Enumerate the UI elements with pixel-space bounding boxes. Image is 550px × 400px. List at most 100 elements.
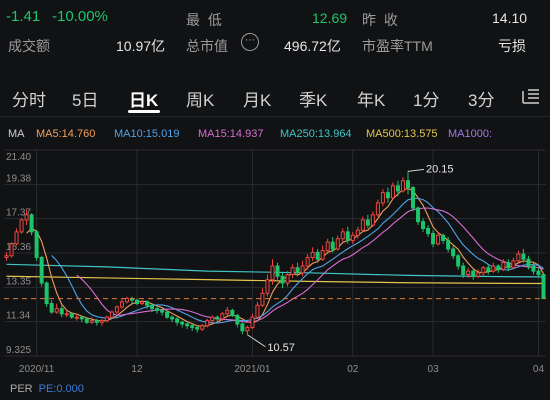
candle-body [426, 227, 431, 235]
candle-body [436, 234, 441, 245]
candle-body [516, 253, 521, 262]
candle-body [496, 265, 501, 270]
prev-close-value: 14.10 [492, 10, 528, 26]
candle-body [280, 275, 285, 284]
candle-body [521, 253, 526, 260]
candle-body [34, 231, 39, 258]
candle-body [340, 231, 345, 240]
tab-quarter-k[interactable]: 季K [299, 86, 327, 111]
candle-body [114, 306, 119, 313]
ma250-value: MA250:13.964 [280, 128, 352, 140]
candle-body [19, 219, 24, 233]
candle-body [64, 313, 69, 316]
candle-body [74, 316, 79, 319]
ma15-value: MA15:14.937 [198, 128, 264, 140]
tab-day-k[interactable]: 日K [129, 86, 158, 111]
candle-body [145, 301, 150, 306]
y-tick-label: 13.35 [6, 276, 31, 287]
candle-body [385, 192, 390, 199]
candle-body [230, 309, 235, 316]
candle-body [375, 202, 380, 216]
candle-body [305, 256, 310, 267]
tab-week-k[interactable]: 周K [186, 86, 214, 111]
candle-body [155, 308, 160, 311]
candle-body [431, 233, 436, 245]
candle-body [160, 309, 165, 313]
candle-body [9, 243, 14, 257]
y-tick-label: 19.38 [6, 173, 31, 184]
candle-body [330, 241, 335, 250]
candle-body [360, 219, 365, 231]
ma10-value: MA10:15.019 [114, 128, 180, 140]
prev-close-label: 昨 收 [362, 12, 400, 28]
low-label: 最 低 [186, 12, 224, 28]
x-tick-label: 2020/11 [19, 364, 55, 375]
chart-settings-icon[interactable] [520, 86, 542, 108]
tab-5day[interactable]: 5日 [72, 86, 98, 111]
tab-intraday[interactable]: 分时 [12, 86, 46, 111]
tab-3min[interactable]: 3分 [468, 86, 494, 111]
x-tick-label: 04 [533, 364, 545, 375]
candle-body [541, 274, 546, 300]
candle-body [486, 267, 491, 272]
x-tick-label: 2021/01 [234, 364, 271, 375]
candle-body [411, 187, 416, 209]
candle-body [190, 325, 195, 328]
ma-legend[interactable]: MA MA5:14.760 MA10:15.019 MA15:14.937 MA… [0, 128, 550, 144]
candle-body [511, 260, 516, 269]
active-tab-indicator [128, 110, 160, 113]
mktcap-label: 总市值 [186, 38, 228, 54]
candle-body [506, 262, 511, 269]
candle-body [295, 267, 300, 274]
candle-body [165, 311, 170, 318]
candle-body [54, 308, 59, 313]
candle-body [255, 304, 260, 318]
turnover-value: 10.97亿 [116, 38, 166, 54]
pe-value: 亏损 [498, 38, 526, 54]
candle-body [200, 325, 205, 330]
candle-body [491, 265, 496, 272]
candle-body [451, 248, 456, 257]
candle-body [345, 231, 350, 241]
candle-body [536, 270, 541, 276]
candlestick-chart[interactable]: 21.4019.3817.3715.3613.3511.349.3252020/… [0, 146, 550, 380]
candle-body [456, 255, 461, 267]
candle-body [531, 265, 536, 272]
ma500-value: MA500:13.575 [366, 128, 438, 140]
candle-body [24, 214, 29, 221]
candle-body [275, 265, 280, 277]
candle-body [99, 320, 104, 323]
pe-label: 市盈率TTM [362, 38, 433, 54]
candle-body [355, 229, 360, 236]
candle-body [416, 207, 421, 223]
candle-body [446, 239, 451, 250]
tab-1min[interactable]: 1分 [413, 86, 439, 111]
candle-body [150, 304, 155, 310]
candle-body [481, 267, 486, 274]
mktcap-value: 496.72亿 [284, 38, 341, 54]
candle-body [476, 272, 481, 277]
candle-body [245, 326, 250, 332]
candle-body [461, 265, 466, 276]
x-tick-label: 12 [131, 364, 143, 375]
quote-stats: -1.41 -10.00% 最 低 12.69 昨 收 14.10 成交额 10… [0, 0, 550, 64]
candle-body [104, 316, 109, 322]
candle-body [39, 256, 44, 284]
header-divider [0, 116, 550, 117]
candle-body [335, 238, 340, 250]
candle-body [69, 313, 74, 318]
candle-body [109, 311, 114, 318]
ma10-line [51, 197, 544, 324]
candle-body [441, 234, 446, 241]
more-info-icon[interactable]: ⋯ [241, 33, 259, 51]
candle-body [140, 301, 145, 305]
ma5-line [26, 187, 544, 327]
candle-body [290, 267, 295, 276]
candle-body [405, 180, 410, 189]
tab-year-k[interactable]: 年K [357, 86, 385, 111]
tab-month-k[interactable]: 月K [243, 86, 271, 111]
candle-body [235, 314, 240, 325]
candle-body [315, 251, 320, 260]
candle-body [205, 320, 210, 327]
candle-body [4, 255, 9, 258]
